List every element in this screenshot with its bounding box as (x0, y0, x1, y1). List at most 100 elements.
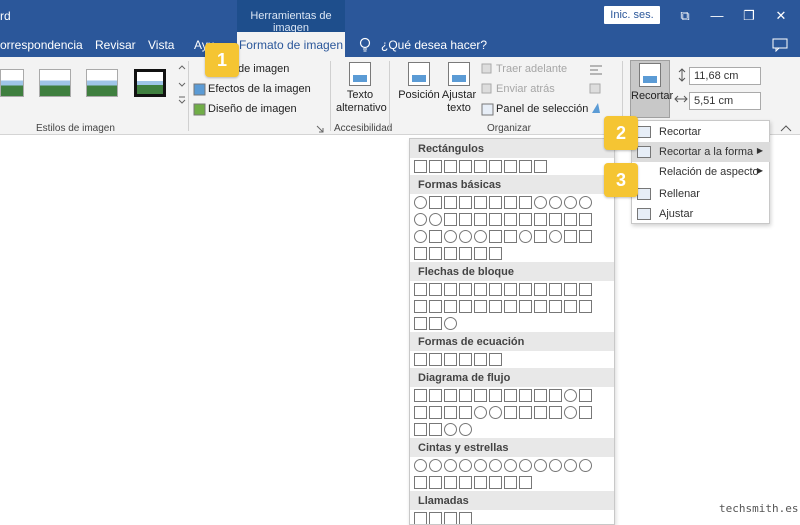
shape[interactable] (414, 283, 427, 296)
shape[interactable] (474, 476, 487, 489)
shape[interactable] (504, 213, 517, 226)
shape[interactable] (429, 300, 442, 313)
shape[interactable] (519, 213, 532, 226)
shape[interactable] (489, 459, 502, 472)
shape[interactable] (444, 160, 457, 173)
shape[interactable] (534, 389, 547, 402)
ribbon-display-options-icon[interactable]: ⧉ (675, 6, 695, 26)
shape[interactable] (579, 389, 592, 402)
shape[interactable] (549, 230, 562, 243)
shape[interactable] (564, 230, 577, 243)
shape[interactable] (429, 406, 442, 419)
shape[interactable] (549, 300, 562, 313)
picture-style-thumbnail[interactable] (86, 69, 118, 97)
shape[interactable] (459, 353, 472, 366)
shape[interactable] (579, 459, 592, 472)
tab-correspondencia[interactable]: orrespondencia (0, 38, 83, 52)
shape[interactable] (579, 406, 592, 419)
minimize-icon[interactable]: — (707, 6, 727, 26)
tab-vista[interactable]: Vista (148, 38, 174, 52)
menu-item-recortar-a-la-forma[interactable]: Recortar a la forma ▶ (632, 142, 770, 162)
shape[interactable] (429, 213, 442, 226)
shape[interactable] (444, 283, 457, 296)
shape[interactable] (504, 196, 517, 209)
shape[interactable] (459, 160, 472, 173)
shape[interactable] (459, 476, 472, 489)
shape[interactable] (534, 406, 547, 419)
alt-text-button[interactable]: Texto alternativo (336, 62, 387, 115)
shape[interactable] (459, 300, 472, 313)
shape[interactable] (429, 512, 442, 524)
shape[interactable] (459, 423, 472, 436)
shape[interactable] (474, 230, 487, 243)
shape[interactable] (444, 389, 457, 402)
shape[interactable] (579, 300, 592, 313)
shape[interactable] (459, 512, 472, 524)
shape[interactable] (444, 423, 457, 436)
picture-style-thumbnail[interactable] (39, 69, 71, 97)
shape[interactable] (459, 406, 472, 419)
picture-layout-button[interactable]: Diseño de imagen (208, 103, 297, 115)
shape[interactable] (579, 196, 592, 209)
shape[interactable] (519, 389, 532, 402)
shape[interactable] (534, 459, 547, 472)
picture-style-thumbnail[interactable] (0, 69, 24, 97)
shape[interactable] (474, 389, 487, 402)
close-icon[interactable]: ✕ (771, 6, 791, 26)
shape[interactable] (429, 160, 442, 173)
shape[interactable] (534, 196, 547, 209)
shape[interactable] (534, 213, 547, 226)
shape[interactable] (429, 459, 442, 472)
align-group-rotate-icons[interactable] (588, 63, 614, 117)
shape[interactable] (459, 283, 472, 296)
shape[interactable] (489, 406, 502, 419)
shape[interactable] (414, 300, 427, 313)
shape[interactable] (579, 230, 592, 243)
shape[interactable] (414, 317, 427, 330)
shape[interactable] (534, 300, 547, 313)
shape[interactable] (414, 196, 427, 209)
shape[interactable] (564, 459, 577, 472)
shape[interactable] (444, 476, 457, 489)
picture-style-thumbnail[interactable] (134, 69, 166, 97)
shape[interactable] (414, 459, 427, 472)
shape[interactable] (579, 213, 592, 226)
shape[interactable] (519, 459, 532, 472)
shape[interactable] (519, 283, 532, 296)
shape[interactable] (504, 230, 517, 243)
shape[interactable] (549, 389, 562, 402)
shape[interactable] (534, 160, 547, 173)
shape[interactable] (459, 389, 472, 402)
shape[interactable] (414, 512, 427, 524)
maximize-icon[interactable]: ❐ (739, 6, 759, 26)
shape[interactable] (504, 389, 517, 402)
collapse-ribbon-icon[interactable] (780, 124, 792, 132)
shape[interactable] (549, 196, 562, 209)
menu-item-ajustar[interactable]: Ajustar (632, 204, 770, 224)
comments-icon[interactable] (772, 38, 788, 52)
shape[interactable] (564, 300, 577, 313)
shape[interactable] (474, 213, 487, 226)
shape[interactable] (549, 406, 562, 419)
shape[interactable] (429, 423, 442, 436)
shape[interactable] (489, 196, 502, 209)
shape[interactable] (474, 283, 487, 296)
width-input[interactable]: 5,51 cm (689, 92, 761, 110)
shape[interactable] (489, 283, 502, 296)
shape[interactable] (474, 300, 487, 313)
shape[interactable] (534, 230, 547, 243)
shape[interactable] (504, 406, 517, 419)
shape[interactable] (444, 317, 457, 330)
shape[interactable] (414, 423, 427, 436)
shape[interactable] (564, 196, 577, 209)
shape[interactable] (414, 389, 427, 402)
tell-me-search[interactable]: ¿Qué desea hacer? (381, 38, 487, 52)
shape[interactable] (519, 300, 532, 313)
shape[interactable] (489, 476, 502, 489)
crop-button[interactable]: Recortar (630, 60, 673, 118)
shape[interactable] (429, 230, 442, 243)
shape[interactable] (459, 213, 472, 226)
shape[interactable] (414, 353, 427, 366)
shape[interactable] (564, 283, 577, 296)
shape[interactable] (534, 283, 547, 296)
